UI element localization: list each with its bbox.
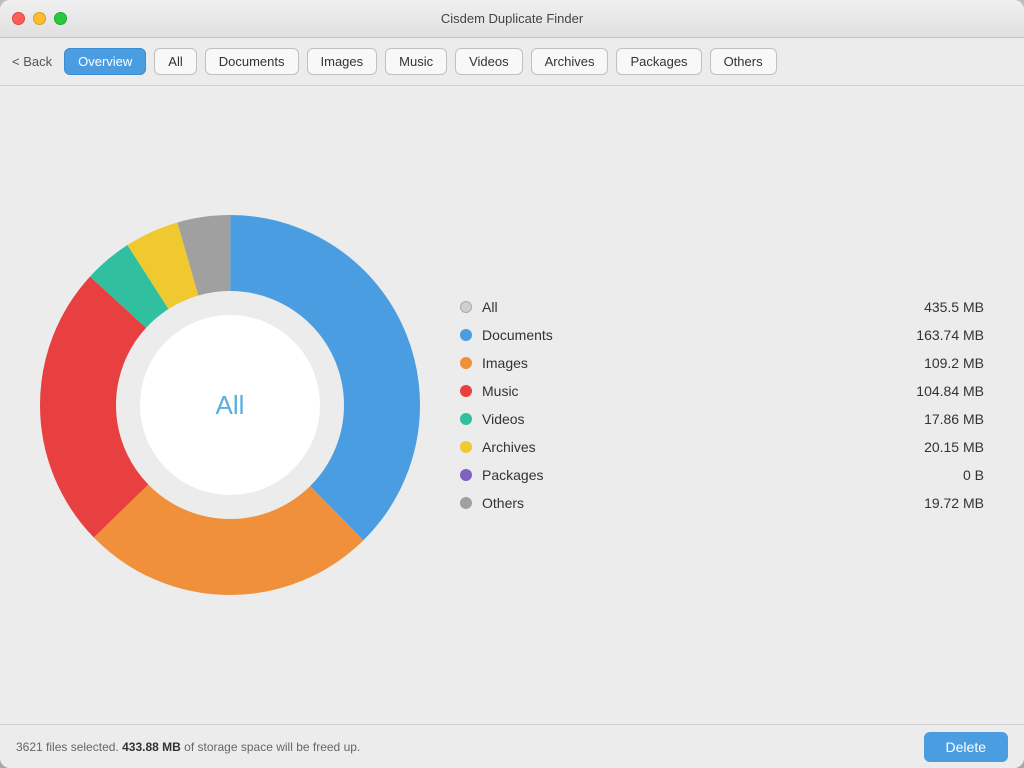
size-label: of storage space will be freed up. (184, 740, 360, 754)
tab-archives[interactable]: Archives (531, 48, 609, 75)
legend-label-packages: Packages (482, 467, 572, 483)
files-count: 3621 (16, 740, 43, 754)
legend-row-packages: Packages 0 B (460, 467, 984, 483)
maximize-button[interactable] (54, 12, 67, 25)
close-button[interactable] (12, 12, 25, 25)
legend-dot-music (460, 385, 472, 397)
main-content: All All 435.5 MB Documents 163.74 MB Ima… (0, 86, 1024, 724)
legend-row-others: Others 19.72 MB (460, 495, 984, 511)
legend-label-images: Images (482, 355, 572, 371)
legend-value-all: 435.5 MB (904, 299, 984, 315)
tab-videos[interactable]: Videos (455, 48, 523, 75)
legend-dot-archives (460, 441, 472, 453)
legend-row-archives: Archives 20.15 MB (460, 439, 984, 455)
legend-dot-others (460, 497, 472, 509)
toolbar: < Back Overview All Documents Images Mus… (0, 38, 1024, 86)
back-button[interactable]: < Back (12, 54, 52, 69)
tab-documents[interactable]: Documents (205, 48, 299, 75)
legend-dot-packages (460, 469, 472, 481)
legend-label-documents: Documents (482, 327, 572, 343)
legend-value-documents: 163.74 MB (904, 327, 984, 343)
legend-dot-images (460, 357, 472, 369)
tab-all[interactable]: All (154, 48, 196, 75)
legend-row-images: Images 109.2 MB (460, 355, 984, 371)
traffic-lights (12, 12, 67, 25)
legend-value-music: 104.84 MB (904, 383, 984, 399)
legend-row-all: All 435.5 MB (460, 299, 984, 315)
legend-value-others: 19.72 MB (904, 495, 984, 511)
tab-others[interactable]: Others (710, 48, 777, 75)
legend-value-archives: 20.15 MB (904, 439, 984, 455)
status-bar: 3621 files selected. 433.88 MB of storag… (0, 724, 1024, 768)
legend-area: All 435.5 MB Documents 163.74 MB Images … (420, 299, 984, 511)
legend-label-music: Music (482, 383, 572, 399)
tab-packages[interactable]: Packages (616, 48, 701, 75)
storage-size: 433.88 MB (122, 740, 181, 754)
legend-value-images: 109.2 MB (904, 355, 984, 371)
legend-dot-all (460, 301, 472, 313)
app-window: Cisdem Duplicate Finder < Back Overview … (0, 0, 1024, 768)
chart-center-label: All (140, 315, 320, 495)
legend-row-documents: Documents 163.74 MB (460, 327, 984, 343)
legend-value-videos: 17.86 MB (904, 411, 984, 427)
legend-dot-videos (460, 413, 472, 425)
legend-label-videos: Videos (482, 411, 572, 427)
legend-row-videos: Videos 17.86 MB (460, 411, 984, 427)
status-text: 3621 files selected. 433.88 MB of storag… (16, 740, 924, 754)
window-title: Cisdem Duplicate Finder (441, 11, 583, 26)
tab-music[interactable]: Music (385, 48, 447, 75)
legend-label-archives: Archives (482, 439, 572, 455)
legend-value-packages: 0 B (904, 467, 984, 483)
legend-dot-documents (460, 329, 472, 341)
legend-label-all: All (482, 299, 572, 315)
delete-button[interactable]: Delete (924, 732, 1008, 762)
chart-area: All (40, 215, 420, 595)
files-label: files selected. (46, 740, 119, 754)
tab-overview[interactable]: Overview (64, 48, 146, 75)
legend-label-others: Others (482, 495, 572, 511)
title-bar: Cisdem Duplicate Finder (0, 0, 1024, 38)
tab-images[interactable]: Images (307, 48, 378, 75)
minimize-button[interactable] (33, 12, 46, 25)
legend-row-music: Music 104.84 MB (460, 383, 984, 399)
